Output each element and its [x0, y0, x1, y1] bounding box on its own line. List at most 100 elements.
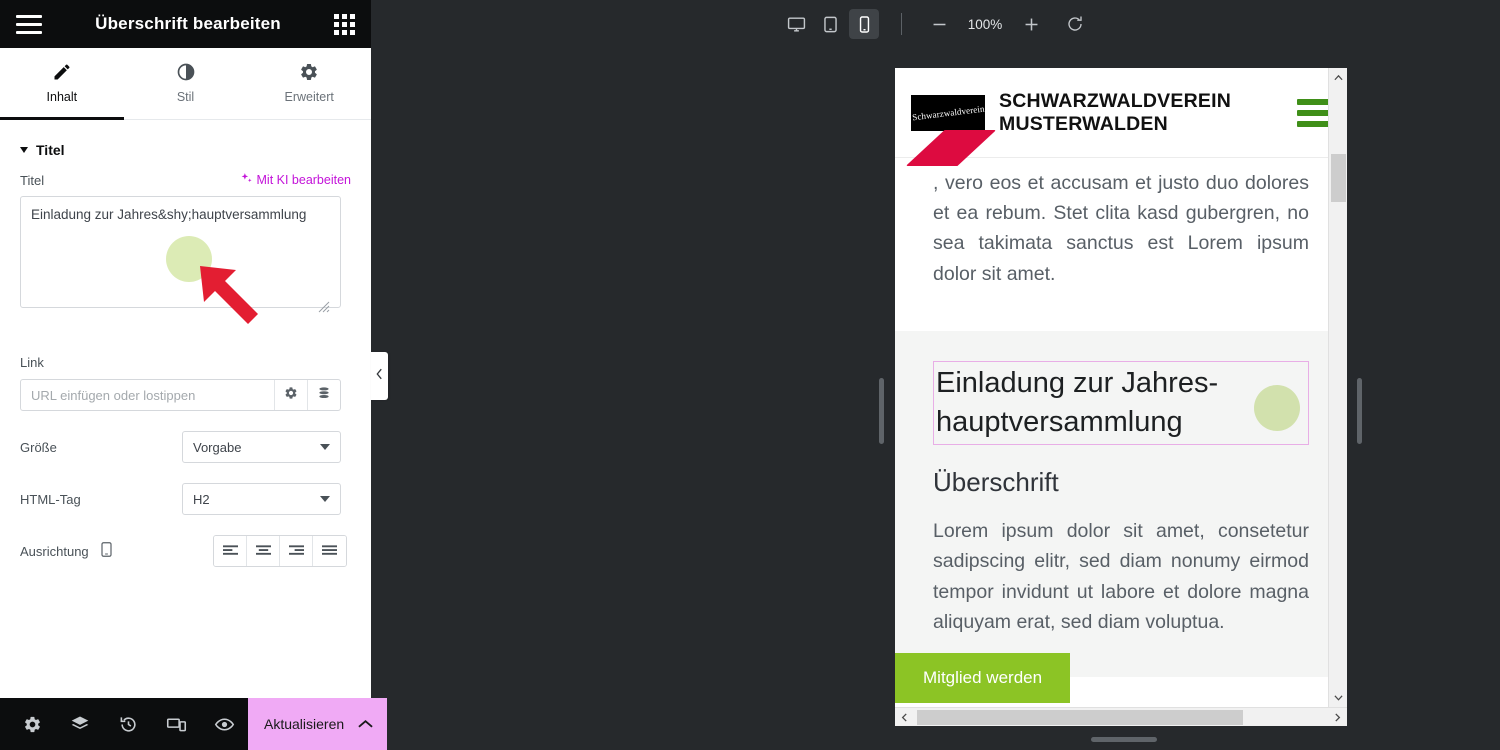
zoom-value: 100% — [967, 16, 1003, 32]
site-title: SCHWARZWALDVEREIN MUSTERWALDEN — [999, 90, 1283, 135]
tab-erweitert[interactable]: Erweitert — [247, 49, 371, 120]
selected-heading-widget[interactable]: Einladung zur Jahres­hauptversammlung — [933, 360, 1309, 446]
mitglied-werden-button[interactable]: Mitglied werden — [895, 653, 1071, 703]
section-titel-label: Titel — [36, 142, 65, 158]
size-value: Vorgabe — [193, 439, 242, 455]
site-title-line1: SCHWARZWALDVEREIN — [999, 90, 1231, 113]
align-center-button[interactable] — [247, 536, 280, 566]
chevron-left-icon[interactable] — [895, 708, 914, 726]
resize-handle-bottom[interactable] — [1091, 737, 1157, 742]
reset-icon[interactable] — [1060, 9, 1090, 39]
chevron-down-icon — [320, 444, 330, 450]
editor-canvas: Schwarzwaldverein SCHWARZWALDVEREIN MUST… — [371, 48, 1500, 750]
toolbar-divider — [901, 13, 902, 35]
section-titel-header[interactable]: Titel — [0, 120, 371, 172]
site-logo-text: Schwarzwaldverein — [911, 103, 985, 122]
chevron-up-icon[interactable] — [358, 719, 387, 729]
alignment-buttons — [213, 535, 347, 567]
chevron-left-icon — [376, 367, 383, 385]
grid-icon[interactable] — [334, 13, 355, 35]
caret-down-icon — [20, 147, 28, 153]
chevron-down-icon[interactable] — [1329, 688, 1347, 707]
edit-with-ai-link[interactable]: Mit KI bearbeiten — [240, 172, 352, 188]
settings-icon[interactable] — [8, 698, 56, 750]
preview-subheading[interactable]: Überschrift — [933, 467, 1309, 498]
mobile-icon[interactable] — [101, 542, 112, 560]
chevron-down-icon — [320, 496, 330, 502]
zoom-controls: 100% — [924, 9, 1090, 39]
panel-tabs: Inhalt Stil Erweitert — [0, 48, 371, 120]
publish-label: Aktualisieren — [264, 716, 345, 732]
panel-title: Überschrift bearbeiten — [95, 14, 281, 33]
elementor-side-panel: Überschrift bearbeiten Inhalt Stil Erwei… — [0, 0, 388, 750]
panel-footer: Aktualisieren — [0, 698, 388, 750]
responsive-icon[interactable] — [152, 698, 200, 750]
panel-header: Überschrift bearbeiten — [0, 0, 371, 48]
plus-icon[interactable] — [1016, 9, 1046, 39]
link-field-label: Link — [20, 355, 44, 370]
panel-collapse-toggle[interactable] — [371, 352, 388, 400]
title-control: Titel Mit KI bearbeiten — [0, 172, 371, 313]
elementor-editor-screen: Überschrift bearbeiten Inhalt Stil Erwei… — [0, 0, 1500, 750]
size-label: Größe — [20, 439, 57, 455]
contrast-icon — [176, 62, 196, 82]
preview-horizontal-scrollbar[interactable] — [895, 707, 1347, 726]
minus-icon[interactable] — [924, 9, 954, 39]
align-left-button[interactable] — [214, 536, 247, 566]
align-justify-button[interactable] — [313, 536, 346, 566]
resize-handle-left[interactable] — [879, 378, 884, 444]
publish-button[interactable]: Aktualisieren — [248, 698, 388, 750]
device-preview-wrapper: Schwarzwaldverein SCHWARZWALDVEREIN MUST… — [879, 68, 1362, 742]
link-control: Link — [0, 355, 371, 411]
preview-paragraph-top: , vero eos et accusam et justo duo dolor… — [933, 172, 1309, 285]
html-tag-select[interactable]: H2 — [182, 483, 341, 515]
tab-inhalt[interactable]: Inhalt — [0, 49, 124, 120]
chevron-right-icon[interactable] — [1328, 708, 1347, 726]
device-switcher — [781, 9, 879, 39]
title-textarea[interactable] — [20, 196, 341, 308]
tab-stil[interactable]: Stil — [124, 49, 248, 120]
align-right-button[interactable] — [280, 536, 313, 566]
chevron-up-icon[interactable] — [1329, 68, 1347, 87]
html-tag-value: H2 — [193, 491, 210, 507]
link-input[interactable] — [21, 380, 274, 410]
tablet-icon[interactable] — [815, 9, 845, 39]
footer-icon-group — [0, 698, 248, 750]
tab-label: Stil — [176, 90, 195, 104]
gear-icon — [284, 386, 298, 405]
size-select[interactable]: Vorgabe — [182, 431, 341, 463]
title-field-label: Titel — [20, 172, 45, 188]
history-icon[interactable] — [104, 698, 152, 750]
pencil-icon — [52, 62, 72, 82]
dynamic-tags-button[interactable] — [307, 380, 340, 410]
resize-handle-right[interactable] — [1357, 378, 1362, 444]
site-logo[interactable]: Schwarzwaldverein — [911, 94, 985, 131]
link-options-button[interactable] — [274, 380, 307, 410]
vertical-scroll-thumb[interactable] — [1331, 154, 1346, 202]
layers-icon[interactable] — [56, 698, 104, 750]
preview-vertical-scrollbar[interactable] — [1328, 68, 1347, 707]
database-icon — [317, 386, 331, 405]
html-tag-label: HTML-Tag — [20, 491, 81, 507]
alignment-label: Ausrichtung — [20, 543, 89, 559]
horizontal-scroll-thumb[interactable] — [917, 710, 1243, 725]
editor-topbar: 100% — [371, 0, 1500, 48]
size-control: Größe Vorgabe — [0, 431, 371, 463]
sparkles-icon — [240, 172, 253, 188]
preview-paragraph-bottom: Lorem ipsum dolor sit amet, consetetur s… — [933, 520, 1309, 633]
desktop-icon[interactable] — [781, 9, 811, 39]
tab-label: Inhalt — [46, 90, 78, 104]
hamburger-icon[interactable] — [1297, 98, 1331, 127]
preview-section-top: , vero eos et accusam et justo duo dolor… — [895, 158, 1347, 331]
hamburger-icon[interactable] — [16, 14, 42, 34]
html-tag-control: HTML-Tag H2 — [0, 483, 371, 515]
preview-icon[interactable] — [200, 698, 248, 750]
preview-section-main: Einladung zur Jahres­hauptversammlung Üb… — [895, 330, 1347, 678]
mobile-icon[interactable] — [849, 9, 879, 39]
alignment-control: Ausrichtung — [0, 535, 371, 567]
site-title-line2: MUSTERWALDEN — [999, 112, 1168, 135]
edit-with-ai-label: Mit KI bearbeiten — [256, 173, 352, 187]
gear-icon — [299, 62, 319, 82]
alignment-label-wrap: Ausrichtung — [20, 542, 182, 560]
tab-label: Erweitert — [284, 90, 334, 104]
